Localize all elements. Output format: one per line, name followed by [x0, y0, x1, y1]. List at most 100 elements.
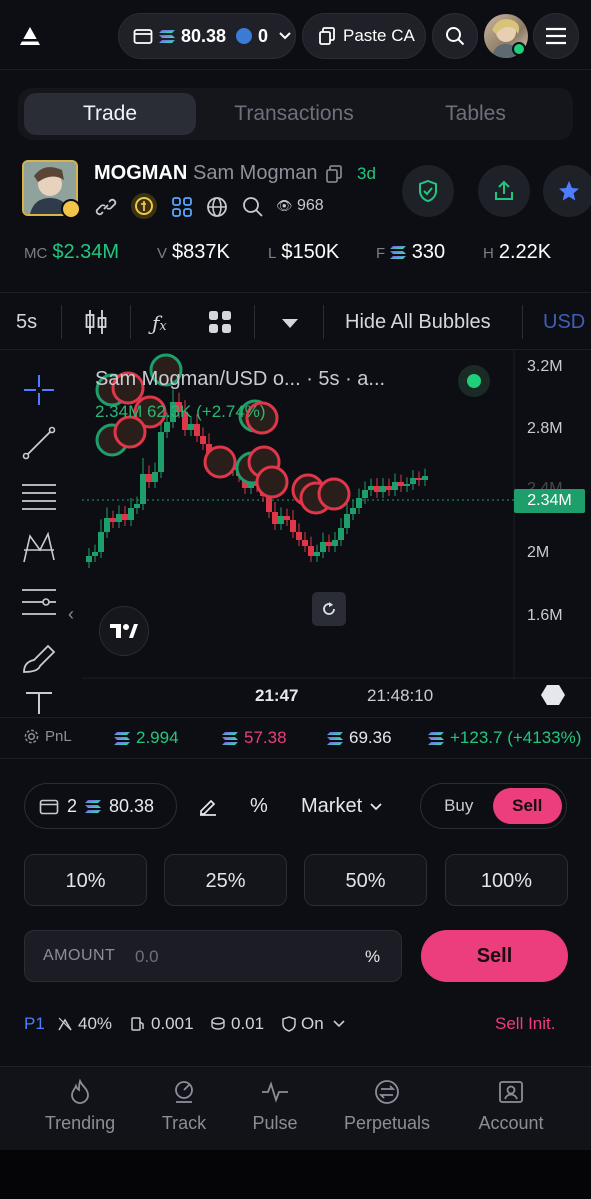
sell-submit-button[interactable]: Sell	[421, 930, 568, 982]
nav-track-label: Track	[161, 1113, 207, 1133]
wallet-selector[interactable]: 80.38 0	[118, 13, 296, 59]
fib-lines-icon[interactable]	[20, 480, 58, 514]
trade-bubble[interactable]	[255, 465, 289, 499]
share-button[interactable]	[478, 165, 530, 217]
candle	[398, 482, 404, 486]
nav-track[interactable]: Track	[160, 1079, 208, 1134]
candle	[146, 474, 152, 482]
pct-button-25[interactable]: 25%	[164, 854, 287, 906]
coins-icon	[211, 1017, 225, 1030]
pct-button-10[interactable]: 10%	[24, 854, 147, 906]
bundles-icon[interactable]	[171, 196, 193, 218]
pnl-label[interactable]: PnL	[24, 728, 72, 745]
price-chart[interactable]	[0, 350, 591, 716]
candle	[98, 532, 104, 552]
view-count: 👁 968	[276, 197, 324, 215]
amount-field[interactable]: AMOUNT 0.0 %	[24, 930, 402, 982]
tradingview-logo-icon[interactable]	[99, 606, 149, 656]
wallet-balance-selector[interactable]: 2 80.38	[24, 783, 177, 829]
mev-protection-setting[interactable]: On	[282, 1014, 345, 1034]
bribe-setting[interactable]: 0.01	[210, 1014, 264, 1034]
pnl-sold: 57.38	[222, 728, 287, 748]
chart-settings-icon[interactable]	[540, 684, 566, 706]
order-type-label: Market	[301, 795, 363, 817]
search-button[interactable]	[432, 13, 478, 59]
logo-icon[interactable]	[18, 24, 42, 48]
layout-grid-icon[interactable]	[208, 310, 232, 334]
menu-button[interactable]	[533, 13, 579, 59]
hide-bubbles-button[interactable]: Hide All Bubbles	[345, 311, 491, 334]
percent-mode-toggle[interactable]: %	[250, 795, 268, 818]
currency-toggle[interactable]: USD	[543, 311, 585, 334]
tab-tables[interactable]: Tables	[398, 93, 553, 135]
pct-button-50[interactable]: 50%	[304, 854, 427, 906]
candle	[362, 490, 368, 498]
wallet-count: 0	[258, 25, 269, 46]
star-icon	[559, 181, 579, 201]
chevron-down-icon	[279, 32, 291, 40]
caret-down-icon[interactable]	[280, 317, 300, 329]
candle	[116, 514, 122, 522]
interval-selector[interactable]: 5s	[16, 311, 37, 334]
pnl-bought-value: 2.994	[136, 728, 179, 747]
pct-button-100[interactable]: 100%	[445, 854, 568, 906]
collapse-tools-icon[interactable]: ‹	[68, 604, 74, 625]
nav-pulse[interactable]: Pulse	[250, 1079, 300, 1134]
order-type-selector[interactable]: Market	[301, 795, 382, 818]
buy-toggle[interactable]: Buy	[425, 796, 493, 816]
online-status-dot	[512, 42, 526, 56]
nav-trending[interactable]: Trending	[44, 1079, 116, 1134]
paste-ca-button[interactable]: Paste CA	[302, 13, 426, 59]
candle	[278, 516, 284, 524]
trade-bubble[interactable]	[203, 445, 237, 479]
sell-init-link[interactable]: Sell Init.	[495, 1014, 555, 1034]
x-tick: 21:47	[255, 686, 299, 705]
market-status-indicator	[458, 365, 490, 397]
link-icon[interactable]	[95, 196, 117, 218]
pnl-bought: 2.994	[114, 728, 179, 748]
edit-icon[interactable]	[198, 796, 218, 816]
globe-icon[interactable]	[206, 196, 228, 218]
tab-transactions[interactable]: Transactions	[204, 93, 384, 135]
nav-account[interactable]: Account	[476, 1079, 546, 1134]
preset-selector[interactable]: P1	[24, 1014, 45, 1034]
copy-address-icon[interactable]	[326, 165, 342, 183]
candle	[92, 552, 98, 556]
candle	[128, 508, 134, 520]
text-tool-icon[interactable]	[24, 690, 54, 714]
nav-perpetuals[interactable]: Perpetuals	[342, 1079, 432, 1134]
radar-icon	[175, 1081, 193, 1103]
wallet-balance: 80.38	[181, 25, 227, 46]
solana-icon	[222, 732, 238, 745]
slippage-setting[interactable]: 40%	[57, 1014, 112, 1034]
fees-stat: F 330	[376, 241, 445, 264]
candle	[272, 512, 278, 524]
sell-toggle[interactable]: Sell	[492, 788, 562, 824]
pump-icon[interactable]	[130, 192, 158, 220]
brush-icon[interactable]	[20, 640, 60, 674]
f-label: F	[376, 245, 386, 262]
prediction-icon[interactable]	[20, 585, 58, 619]
reset-chart-button[interactable]	[312, 592, 346, 626]
candle	[392, 482, 398, 490]
hamburger-icon	[546, 27, 566, 45]
priority-fee-setting[interactable]: 0.001	[130, 1014, 194, 1034]
pnl-total-value: +123.7 (+4133%)	[450, 728, 582, 747]
trendline-icon[interactable]	[22, 426, 56, 460]
pattern-icon[interactable]	[20, 530, 58, 566]
v-value: $837K	[172, 241, 230, 263]
search-token-icon[interactable]	[242, 196, 264, 218]
security-button[interactable]	[402, 165, 454, 217]
favorite-button[interactable]	[543, 165, 591, 217]
chart-canvas[interactable]	[0, 350, 591, 716]
tab-trade[interactable]: Trade	[24, 93, 196, 135]
mc-label: MC	[24, 245, 48, 262]
candles-icon[interactable]	[84, 308, 108, 336]
amount-input[interactable]: 0.0	[135, 947, 159, 967]
crosshair-icon[interactable]	[22, 373, 56, 407]
candle	[194, 424, 200, 436]
trade-bubble[interactable]	[317, 477, 351, 511]
h-label: H	[483, 245, 494, 262]
liquidity-stat: L $150K	[268, 241, 339, 264]
indicators-icon[interactable]: ƒx	[152, 311, 167, 335]
